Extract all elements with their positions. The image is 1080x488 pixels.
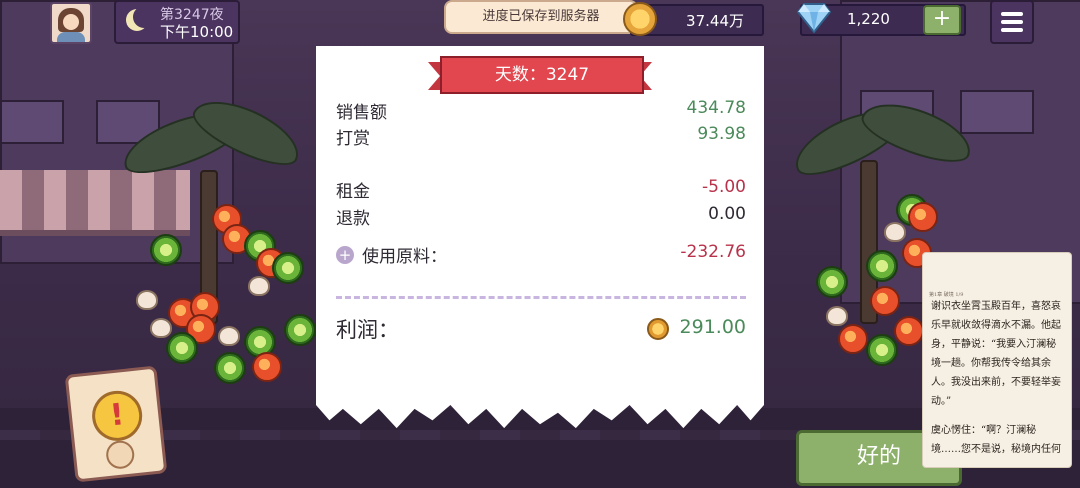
player-avatar[interactable] bbox=[50, 2, 92, 44]
sales-row: 销售额 434.78 bbox=[336, 98, 746, 123]
profit-value: 291.00 bbox=[679, 316, 746, 338]
tips-row: 打赏 93.98 bbox=[336, 124, 746, 149]
pepper-decoration bbox=[866, 250, 898, 282]
reader-paragraph: 虞心愣住：“啊？汀澜秘境……您不是说，秘境内任何 bbox=[931, 425, 1061, 455]
refund-value: 0.00 bbox=[708, 204, 746, 224]
tips-label: 打赏 bbox=[336, 129, 370, 149]
diamond-icon bbox=[796, 3, 832, 34]
sales-label: 销售额 bbox=[336, 103, 387, 123]
garlic-decoration bbox=[218, 326, 240, 346]
ingredients-value: -232.76 bbox=[680, 242, 746, 262]
pepper-decoration bbox=[816, 266, 848, 298]
tomato-decoration bbox=[870, 286, 900, 316]
garlic-decoration bbox=[150, 318, 172, 338]
add-gems-button[interactable]: + bbox=[923, 5, 961, 35]
refund-row: 退款 0.00 bbox=[336, 204, 746, 229]
garlic-decoration bbox=[248, 276, 270, 296]
garlic-decoration bbox=[136, 290, 158, 310]
tips-value: 93.98 bbox=[697, 124, 746, 144]
day-banner-text: 天数：3247 bbox=[440, 56, 644, 94]
tomato-decoration bbox=[908, 202, 938, 232]
rent-label: 租金 bbox=[336, 182, 370, 202]
day-time-panel: 第3247夜 下午10:00 bbox=[114, 0, 240, 44]
pepper-decoration bbox=[150, 234, 182, 266]
tomato-decoration bbox=[252, 352, 282, 382]
day-banner: 天数：3247 bbox=[428, 56, 652, 94]
receipt-divider bbox=[336, 296, 746, 299]
moon-icon bbox=[126, 9, 148, 31]
garlic-decoration bbox=[884, 222, 906, 242]
garlic-decoration bbox=[826, 306, 848, 326]
plus-circle-icon: + bbox=[336, 246, 354, 264]
ingredients-label: 使用原料： bbox=[362, 247, 447, 267]
pepper-decoration bbox=[866, 334, 898, 366]
window bbox=[960, 90, 1034, 134]
alert-card[interactable]: ! bbox=[64, 365, 168, 483]
clock-time: 下午10:00 bbox=[160, 23, 234, 41]
pepper-decoration bbox=[284, 314, 316, 346]
reader-paragraph: 谢识衣坐霄玉殿百年，喜怒哀乐早就收敛得滴水不漏。他起身，平静说：“我要入汀澜秘境… bbox=[931, 301, 1061, 407]
pepper-decoration bbox=[272, 252, 304, 284]
tomato-decoration bbox=[894, 316, 924, 346]
rent-value: -5.00 bbox=[702, 177, 746, 197]
gem-amount: 1,220 bbox=[847, 10, 890, 28]
pepper-decoration bbox=[214, 352, 246, 384]
rent-row: 租金 -5.00 bbox=[336, 177, 746, 202]
expand-ingredients-button[interactable]: + 使用原料： bbox=[336, 242, 447, 267]
coin-icon bbox=[623, 2, 657, 36]
tomato-decoration bbox=[838, 324, 868, 354]
ingredients-row[interactable]: + 使用原料： -232.76 bbox=[336, 242, 746, 267]
reader-overlay[interactable]: 第1章 破境 1/9 谢识衣坐霄玉殿百年，喜怒哀乐早就收敛得滴水不漏。他起身，平… bbox=[922, 252, 1072, 468]
refund-label: 退款 bbox=[336, 209, 370, 229]
window bbox=[0, 100, 64, 144]
sales-value: 434.78 bbox=[686, 98, 746, 118]
menu-button[interactable] bbox=[990, 0, 1034, 44]
moon-badge-icon bbox=[104, 439, 136, 471]
coin-icon bbox=[647, 318, 669, 340]
save-toast: 进度已保存到服务器 bbox=[444, 0, 638, 34]
coin-amount: 37.44万 bbox=[686, 12, 744, 30]
hamburger-icon bbox=[1001, 12, 1023, 16]
pepper-decoration bbox=[166, 332, 198, 364]
exclamation-icon: ! bbox=[89, 388, 145, 444]
striped-awning bbox=[0, 170, 190, 236]
profit-label: 利润： bbox=[336, 318, 399, 342]
